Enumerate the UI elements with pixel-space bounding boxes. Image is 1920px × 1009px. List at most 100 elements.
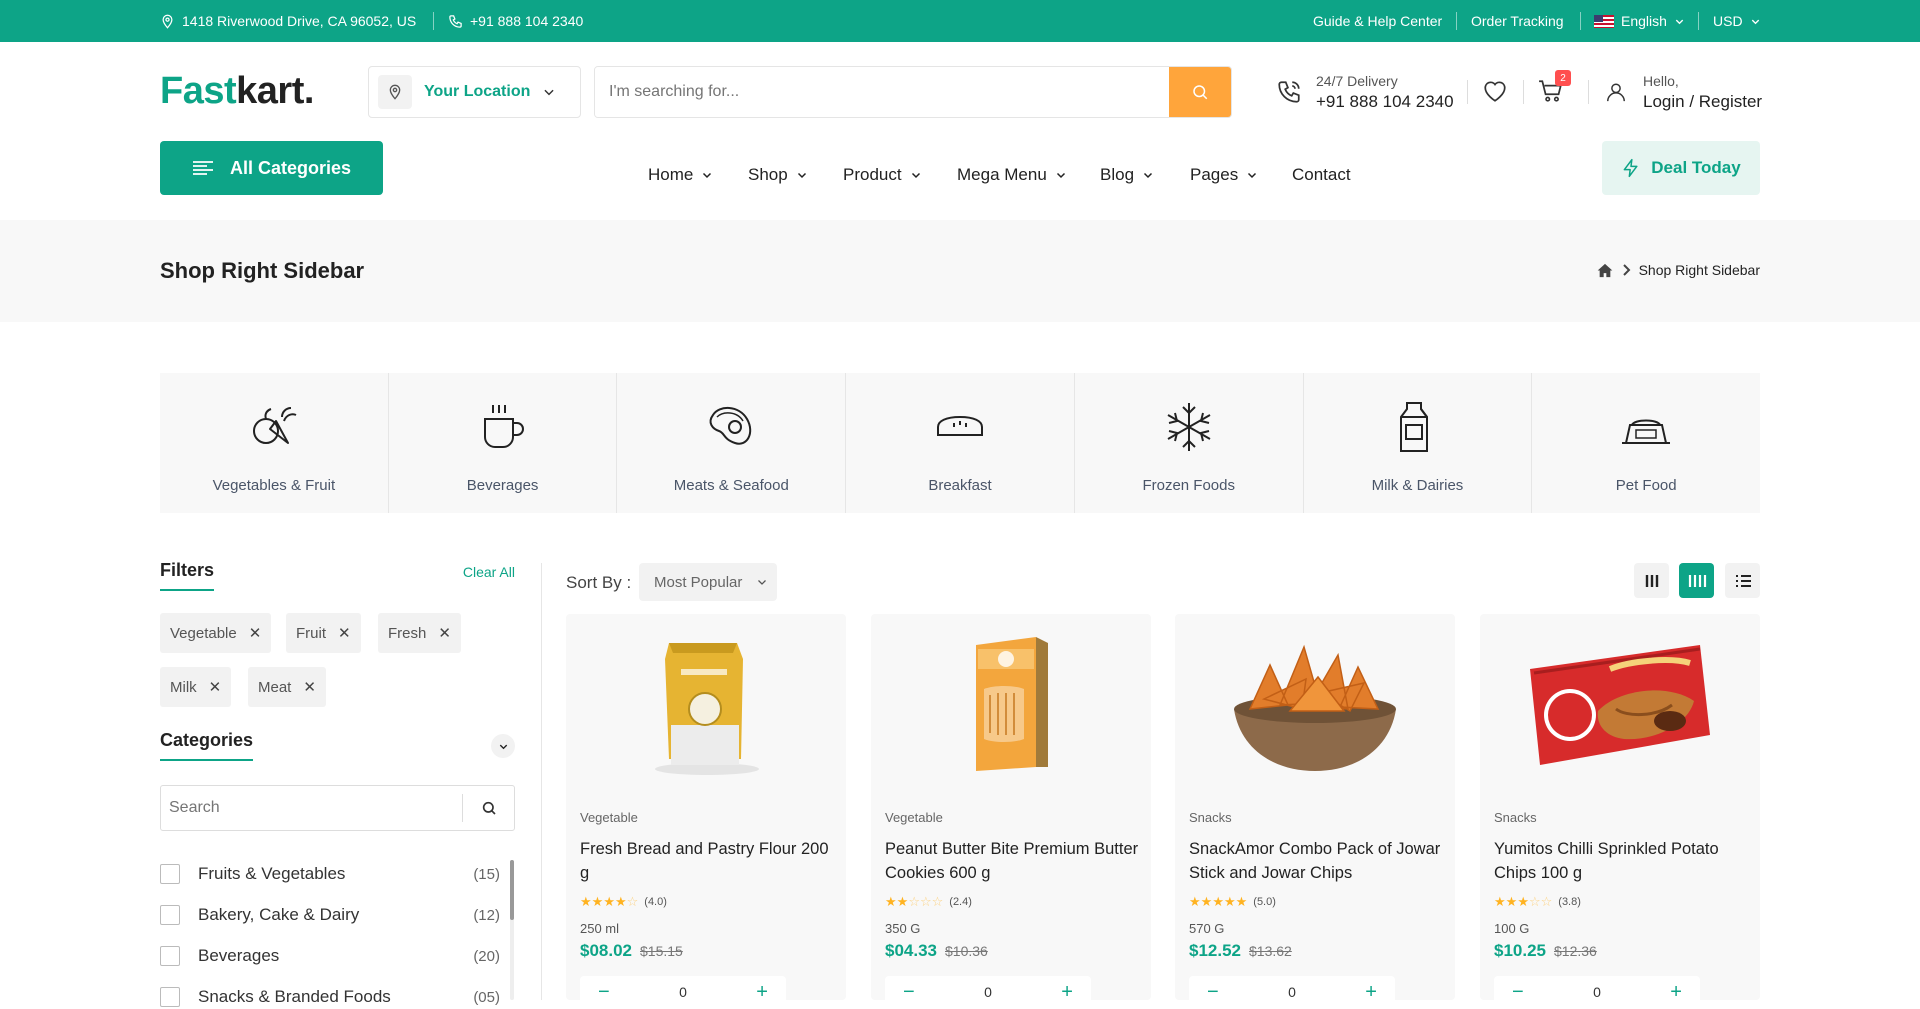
filter-chip[interactable]: Meat ✕ [248,667,326,707]
star-filled-icon: ★ [614,894,627,909]
close-icon[interactable]: ✕ [438,624,451,642]
plus-button[interactable]: + [1670,981,1682,1004]
phone[interactable]: +91 888 104 2340 [448,0,583,42]
minus-button[interactable]: − [598,981,610,1004]
filter-chip[interactable]: Milk ✕ [160,667,232,707]
clear-all-link[interactable]: Clear All [463,564,515,580]
product-card[interactable]: Vegetable Fresh Bread and Pastry Flour 2… [566,614,846,1008]
grid-4-view-button[interactable] [1679,563,1714,598]
product-name[interactable]: Fresh Bread and Pastry Flour 200 g [580,837,840,885]
plus-button[interactable]: + [1365,981,1377,1004]
nav-home[interactable]: Home [648,165,713,185]
product-name[interactable]: Peanut Butter Bite Premium Butter Cookie… [885,837,1145,885]
product-card[interactable]: Vegetable Peanut Butter Bite Premium But… [871,614,1151,1008]
minus-button[interactable]: − [903,981,915,1004]
order-tracking-link[interactable]: Order Tracking [1471,0,1564,42]
category-beverages[interactable]: Beverages [389,373,618,513]
search-button[interactable] [1169,67,1231,117]
nav-product-label: Product [843,165,902,184]
product-category: Snacks [1189,810,1232,825]
sort-select[interactable]: Most Popular [639,563,777,601]
product-image[interactable] [566,614,846,794]
category-checkbox-row[interactable]: Snacks & Branded Foods (05) [160,985,500,1009]
category-search-button[interactable] [462,794,514,822]
close-icon[interactable]: ✕ [209,678,222,696]
account-hello: Hello, [1643,72,1679,89]
close-icon[interactable]: ✕ [303,678,316,696]
category-pet-food[interactable]: Pet Food [1532,373,1760,513]
top-bar: 1418 Riverwood Drive, CA 96052, US +91 8… [0,0,1920,42]
plus-button[interactable]: + [1061,981,1073,1004]
categories-section-header[interactable]: Categories [160,730,515,761]
star-filled-icon: ★ [591,894,604,909]
filter-chip[interactable]: Fresh ✕ [378,613,461,653]
checkbox[interactable] [160,864,180,884]
nav-blog-label: Blog [1100,165,1135,184]
plus-button[interactable]: + [756,981,768,1004]
language-select[interactable]: English [1594,0,1685,42]
old-price: $10.36 [945,943,988,959]
category-search-input[interactable] [161,786,461,830]
page-title: Shop Right Sidebar [160,258,365,283]
nav-mega-menu[interactable]: Mega Menu [957,165,1067,185]
currency-select[interactable]: USD [1713,0,1761,42]
product-card[interactable]: Snacks Yumitos Chilli Sprinkled Potato C… [1480,614,1760,1008]
bread-icon [937,415,984,436]
account-link[interactable]: Hello, Login / Register [1605,66,1762,118]
close-icon[interactable]: ✕ [249,624,262,642]
nav-shop[interactable]: Shop [748,165,808,185]
checkbox[interactable] [160,946,180,966]
quantity-value[interactable]: 0 [984,984,992,1000]
collapse-toggle[interactable] [491,734,515,758]
nav-product[interactable]: Product [843,165,922,185]
product-card[interactable]: Snacks SnackAmor Combo Pack of Jowar Sti… [1175,614,1455,1008]
cookie-box-image [976,637,1048,771]
product-price: $04.33 $10.36 [885,941,988,961]
logo[interactable]: Fastkart. [160,70,314,113]
quantity-value[interactable]: 0 [1593,984,1601,1000]
product-image[interactable] [1480,614,1760,794]
list-view-button[interactable] [1725,563,1760,598]
filter-chip[interactable]: Vegetable ✕ [160,613,272,653]
wishlist-button[interactable] [1482,79,1508,103]
filter-chip[interactable]: Fruit ✕ [286,613,361,653]
product-name[interactable]: SnackAmor Combo Pack of Jowar Stick and … [1189,837,1449,885]
minus-button[interactable]: − [1207,981,1219,1004]
category-breakfast[interactable]: Breakfast [846,373,1075,513]
category-frozen-foods[interactable]: Frozen Foods [1075,373,1304,513]
deal-today-button[interactable]: Deal Today [1602,141,1760,195]
delivery-info[interactable]: 24/7 Delivery +91 888 104 2340 [1276,66,1454,118]
scrollbar-thumb[interactable] [510,860,514,920]
category-checkbox-row[interactable]: Bakery, Cake & Dairy (12) [160,903,500,927]
nav-pages[interactable]: Pages [1190,165,1258,185]
location-selector[interactable]: Your Location [368,66,581,118]
home-icon[interactable] [1597,263,1613,278]
current-price: $04.33 [885,941,937,960]
quantity-value[interactable]: 0 [679,984,687,1000]
product-name[interactable]: Yumitos Chilli Sprinkled Potato Chips 10… [1494,837,1754,885]
product-image[interactable] [1175,614,1455,794]
search-input[interactable] [595,67,1170,117]
star-filled-icon: ★ [1505,894,1518,909]
category-vegetables-fruit[interactable]: Vegetables & Fruit [160,373,389,513]
product-image[interactable] [871,614,1151,794]
category-milk-dairies[interactable]: Milk & Dairies [1304,373,1533,513]
product-category: Vegetable [580,810,638,825]
checkbox[interactable] [160,987,180,1007]
grid-3-view-button[interactable] [1634,563,1669,598]
phone-icon [449,14,462,28]
nav-pages-label: Pages [1190,165,1239,184]
nav-contact[interactable]: Contact [1292,165,1351,185]
minus-button[interactable]: − [1512,981,1524,1004]
category-count: (12) [473,906,500,924]
divider [1456,12,1457,30]
close-icon[interactable]: ✕ [338,624,351,642]
nav-blog[interactable]: Blog [1100,165,1154,185]
quantity-value[interactable]: 0 [1288,984,1296,1000]
category-checkbox-row[interactable]: Beverages (20) [160,944,500,968]
checkbox[interactable] [160,905,180,925]
guide-link[interactable]: Guide & Help Center [1313,0,1442,42]
category-checkbox-row[interactable]: Fruits & Vegetables (15) [160,862,500,886]
cart-button[interactable]: 2 [1538,70,1571,103]
category-meats-seafood[interactable]: Meats & Seafood [617,373,847,513]
